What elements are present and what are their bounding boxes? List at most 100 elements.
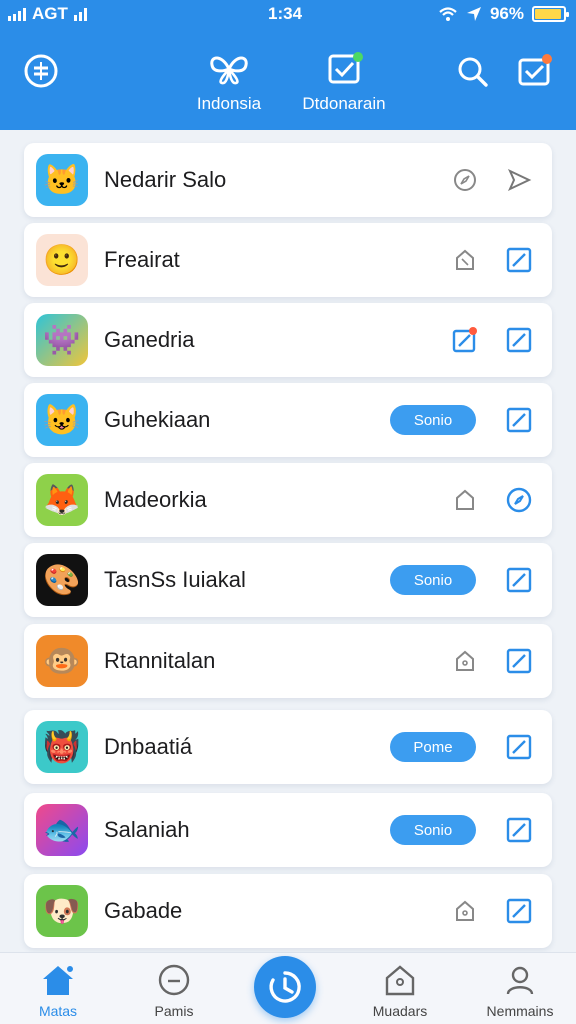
tab-label: Pamis <box>154 1003 194 1019</box>
edit-icon <box>506 648 532 674</box>
status-right: 96% <box>438 4 569 24</box>
carrier-label: AGT <box>32 4 68 23</box>
tag-button[interactable] <box>450 896 480 926</box>
edit-button[interactable] <box>504 732 534 762</box>
list-item[interactable]: 👾 Ganedria <box>24 303 552 377</box>
tag-icon <box>456 489 474 510</box>
notification-badge <box>542 54 552 64</box>
creature-app-icon: 🐵 <box>36 635 88 687</box>
edit-button[interactable] <box>504 646 534 676</box>
game-app-icon: 🎨 <box>36 554 88 606</box>
butterfly-icon <box>210 56 248 85</box>
header-nav-indonsia[interactable]: Indonsia <box>188 52 270 114</box>
list-item-title: Salaniah <box>104 817 190 842</box>
list-item-title: Dnbaatiá <box>104 734 193 759</box>
list-item[interactable]: 👹 Dnbaatiá Pome <box>24 710 552 784</box>
header-nav-dtdonarain[interactable]: Dtdonarain <box>298 52 390 114</box>
edit-button[interactable] <box>504 896 534 926</box>
menu-circle-icon <box>24 54 58 88</box>
tag-button[interactable] <box>450 646 480 676</box>
tag-icon <box>456 650 474 671</box>
battery-percent: 96% <box>489 4 524 23</box>
edit-icon <box>506 247 532 273</box>
list-item-title: Guhekiaan <box>104 407 211 432</box>
list-item-title: Gabade <box>104 898 183 923</box>
signal-bars-icon <box>73 7 87 21</box>
tab-muadars[interactable]: Muadars <box>350 963 450 1019</box>
list-item[interactable]: 🎨 TasnSs Iuiakal Sonio <box>24 543 552 617</box>
list-item-title: Ganedria <box>104 327 195 352</box>
cat-app-icon: 🐱 <box>36 154 88 206</box>
compass-button[interactable] <box>504 485 534 515</box>
monster-app-icon: 👾 <box>36 314 88 366</box>
app-header: AGT 1:34 96% Indonsia Dtdonarain <box>0 0 576 130</box>
tab-label: Matas <box>38 1003 78 1019</box>
edit-button[interactable] <box>504 565 534 595</box>
list-item[interactable]: 🐵 Rtannitalan <box>24 624 552 698</box>
animal-app-icon: 🦊 <box>36 474 88 526</box>
checklist-icon-wrap <box>327 52 363 86</box>
list-item-title: Rtannitalan <box>104 648 216 673</box>
header-nav-label: Indonsia <box>196 94 262 113</box>
list-item[interactable]: 🐶 Gabade <box>24 874 552 948</box>
search-button[interactable] <box>455 54 491 90</box>
tag-icon <box>456 249 474 270</box>
sonio-button[interactable]: Sonio <box>390 815 476 845</box>
compass-icon <box>506 487 532 513</box>
tag-button[interactable] <box>450 245 480 275</box>
edit-button[interactable] <box>504 325 534 355</box>
home-icon <box>43 964 75 995</box>
edit-icon <box>452 327 477 353</box>
compass-icon <box>454 169 476 191</box>
send-button[interactable] <box>504 165 534 195</box>
list-item[interactable]: 🐱 Nedarir Salo <box>24 143 552 217</box>
pink-monster-app-icon: 👹 <box>36 721 88 773</box>
edit-note-button[interactable] <box>450 325 480 355</box>
tab-label: Nemmains <box>486 1003 554 1019</box>
tab-label: Muadars <box>372 1003 428 1019</box>
list-item[interactable]: 🦊 Madeorkia <box>24 463 552 537</box>
pome-button[interactable]: Pome <box>390 732 476 762</box>
edit-button[interactable] <box>504 815 534 845</box>
tag-icon <box>456 900 474 921</box>
smiley-app-icon: 🙂 <box>36 234 88 286</box>
location-arrow-icon <box>466 7 481 21</box>
signal-icon <box>8 7 26 21</box>
edit-icon <box>506 898 532 924</box>
header-nav-label: Dtdonarain <box>302 94 386 113</box>
list-item[interactable]: 🙂 Freairat <box>24 223 552 297</box>
house-icon <box>385 965 415 996</box>
tab-pamis[interactable]: Pamis <box>124 963 224 1019</box>
cat-app-icon: 😺 <box>36 394 88 446</box>
list-item-title: Nedarir Salo <box>104 167 227 192</box>
list-item-title: Freairat <box>104 247 180 272</box>
tab-nemmains[interactable]: Nemmains <box>470 963 570 1019</box>
send-icon <box>507 168 532 192</box>
tab-home[interactable]: Matas <box>8 963 108 1019</box>
tag-button[interactable] <box>450 485 480 515</box>
notifications-button[interactable] <box>515 52 553 90</box>
sonio-button[interactable]: Sonio <box>390 565 476 595</box>
fish-app-icon: 🐟 <box>36 804 88 856</box>
list-item[interactable]: 🐟 Salaniah Sonio <box>24 793 552 867</box>
edit-icon <box>506 734 532 760</box>
list-item[interactable]: 😺 Guhekiaan Sonio <box>24 383 552 457</box>
chat-bubble-icon <box>158 964 190 996</box>
compass-button[interactable] <box>450 165 480 195</box>
edit-button[interactable] <box>504 245 534 275</box>
battery-icon <box>532 6 569 22</box>
status-bar: AGT 1:34 96% <box>0 0 576 30</box>
wifi-icon <box>439 7 457 21</box>
list-item-title: Madeorkia <box>104 487 207 512</box>
edit-button[interactable] <box>504 405 534 435</box>
edit-icon <box>506 327 532 353</box>
list-item-title: TasnSs Iuiakal <box>104 567 246 592</box>
center-action-button[interactable] <box>254 956 316 1018</box>
profile-icon <box>506 966 534 995</box>
clock-refresh-icon <box>269 971 301 1003</box>
search-icon <box>458 57 488 87</box>
menu-button[interactable] <box>22 52 60 90</box>
edit-icon <box>506 407 532 433</box>
status-time: 1:34 <box>268 4 303 23</box>
sonio-button[interactable]: Sonio <box>390 405 476 435</box>
